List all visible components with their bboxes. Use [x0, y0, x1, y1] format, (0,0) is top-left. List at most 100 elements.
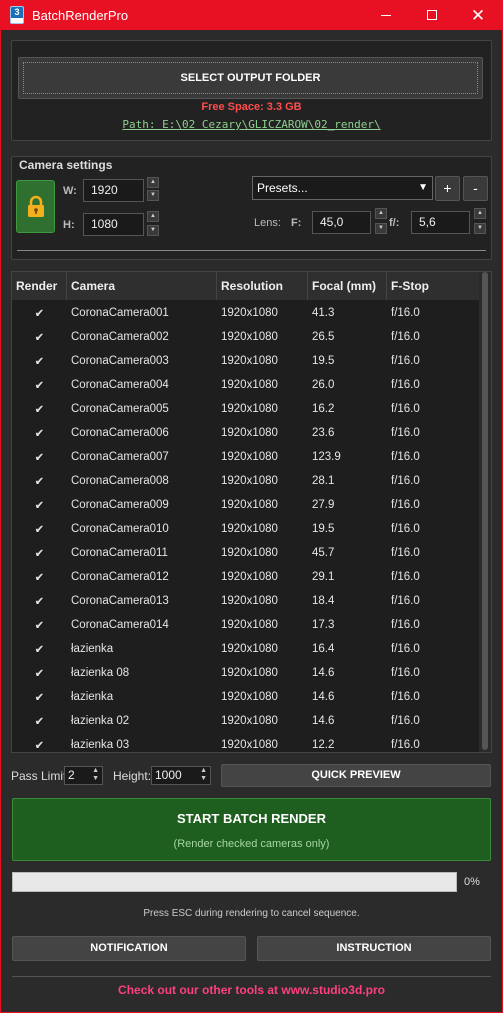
camera-name-cell: CoronaCamera006: [71, 427, 169, 439]
maximize-button[interactable]: [409, 0, 455, 30]
camera-name-cell: CoronaCamera010: [71, 523, 169, 535]
instruction-button[interactable]: INSTRUCTION: [257, 936, 491, 961]
remove-preset-button[interactable]: -: [463, 176, 488, 201]
fstop-down-button[interactable]: ▼: [474, 223, 486, 234]
table-row[interactable]: ✔ CoronaCamera012 1920x1080 29.1 f/16.0: [12, 565, 480, 589]
width-input[interactable]: 1920: [83, 179, 144, 202]
title-bar[interactable]: 3 BatchRenderPro ✕: [1, 0, 502, 30]
render-check-cell[interactable]: ✔: [12, 546, 67, 560]
preview-height-input[interactable]: 1000 ▲ ▼: [151, 766, 211, 785]
render-check-cell[interactable]: ✔: [12, 666, 67, 680]
fstop-cell: f/16.0: [391, 571, 420, 583]
table-row[interactable]: ✔ CoronaCamera007 1920x1080 123.9 f/16.0: [12, 445, 480, 469]
render-check-cell[interactable]: ✔: [12, 402, 67, 416]
table-row[interactable]: ✔ łazienka 08 1920x1080 14.6 f/16.0: [12, 661, 480, 685]
render-check-cell[interactable]: ✔: [12, 450, 67, 464]
height-up-button[interactable]: ▲: [147, 211, 159, 222]
table-row[interactable]: ✔ CoronaCamera001 1920x1080 41.3 f/16.0: [12, 301, 480, 325]
fstop-cell: f/16.0: [391, 379, 420, 391]
focal-down-button[interactable]: ▼: [375, 223, 387, 234]
render-check-cell[interactable]: ✔: [12, 738, 67, 752]
scrollbar-thumb[interactable]: [482, 272, 488, 750]
table-scrollbar[interactable]: [479, 272, 491, 752]
lock-icon: [27, 195, 44, 217]
camera-name-cell: CoronaCamera012: [71, 571, 169, 583]
render-check-cell[interactable]: ✔: [12, 714, 67, 728]
pass-limit-input[interactable]: 2 ▲ ▼: [64, 766, 103, 785]
resolution-cell: 1920x1080: [221, 475, 278, 487]
header-fstop[interactable]: F-Stop: [387, 272, 480, 300]
start-batch-render-button[interactable]: START BATCH RENDER (Render checked camer…: [12, 798, 491, 861]
add-preset-button[interactable]: +: [435, 176, 460, 201]
header-render[interactable]: Render: [12, 272, 67, 300]
presets-value: Presets...: [257, 181, 308, 195]
table-row[interactable]: ✔ CoronaCamera011 1920x1080 45.7 f/16.0: [12, 541, 480, 565]
table-row[interactable]: ✔ łazienka 1920x1080 16.4 f/16.0: [12, 637, 480, 661]
camera-name-cell: łazienka: [71, 691, 114, 703]
camera-name-cell: CoronaCamera001: [71, 307, 169, 319]
table-row[interactable]: ✔ łazienka 02 1920x1080 14.6 f/16.0: [12, 709, 480, 733]
table-row[interactable]: ✔ CoronaCamera008 1920x1080 28.1 f/16.0: [12, 469, 480, 493]
camera-table[interactable]: Render Camera Resolution Focal (mm) F-St…: [11, 271, 492, 753]
table-row[interactable]: ✔ łazienka 03 1920x1080 12.2 f/16.0: [12, 733, 480, 752]
render-check-cell[interactable]: ✔: [12, 354, 67, 368]
render-check-cell[interactable]: ✔: [12, 594, 67, 608]
fstop-input[interactable]: 5,6: [411, 211, 470, 234]
table-row[interactable]: ✔ CoronaCamera006 1920x1080 23.6 f/16.0: [12, 421, 480, 445]
table-row[interactable]: ✔ CoronaCamera014 1920x1080 17.3 f/16.0: [12, 613, 480, 637]
close-button[interactable]: ✕: [455, 0, 501, 30]
render-check-cell[interactable]: ✔: [12, 642, 67, 656]
table-row[interactable]: ✔ łazienka 1920x1080 14.6 f/16.0: [12, 685, 480, 709]
render-check-cell[interactable]: ✔: [12, 378, 67, 392]
header-camera[interactable]: Camera: [67, 272, 217, 300]
height-input[interactable]: 1080: [83, 213, 144, 236]
minimize-button[interactable]: [363, 0, 409, 30]
render-check-cell[interactable]: ✔: [12, 690, 67, 704]
table-row[interactable]: ✔ CoronaCamera003 1920x1080 19.5 f/16.0: [12, 349, 480, 373]
width-label: W:: [63, 185, 77, 197]
header-resolution[interactable]: Resolution: [217, 272, 308, 300]
spin-arrows-icon[interactable]: ▲ ▼: [200, 767, 207, 783]
table-row[interactable]: ✔ CoronaCamera009 1920x1080 27.9 f/16.0: [12, 493, 480, 517]
select-output-folder-button[interactable]: SELECT OUTPUT FOLDER: [18, 57, 483, 99]
render-check-cell[interactable]: ✔: [12, 570, 67, 584]
focal-label: F:: [291, 217, 302, 229]
width-up-button[interactable]: ▲: [147, 177, 159, 188]
resolution-cell: 1920x1080: [221, 595, 278, 607]
focal-input[interactable]: 45,0: [312, 211, 371, 234]
render-check-cell[interactable]: ✔: [12, 474, 67, 488]
render-check-cell[interactable]: ✔: [12, 330, 67, 344]
output-path-link[interactable]: Path: E:\02 Cezary\GLICZAROW\02_render\: [12, 118, 491, 131]
focal-cell: 27.9: [312, 499, 335, 511]
header-focal[interactable]: Focal (mm): [308, 272, 387, 300]
promo-link[interactable]: Check out our other tools at www.studio3…: [1, 983, 502, 997]
width-down-button[interactable]: ▼: [147, 190, 159, 201]
focal-cell: 41.3: [312, 307, 335, 319]
aspect-lock-button[interactable]: [16, 180, 55, 233]
quick-preview-button[interactable]: QUICK PREVIEW: [221, 764, 491, 787]
fstop-up-button[interactable]: ▲: [474, 208, 486, 219]
render-check-cell[interactable]: ✔: [12, 426, 67, 440]
table-row[interactable]: ✔ CoronaCamera002 1920x1080 26.5 f/16.0: [12, 325, 480, 349]
resolution-cell: 1920x1080: [221, 355, 278, 367]
render-check-cell[interactable]: ✔: [12, 498, 67, 512]
focal-cell: 23.6: [312, 427, 335, 439]
fstop-cell: f/16.0: [391, 667, 420, 679]
fstop-cell: f/16.0: [391, 715, 420, 727]
render-check-cell[interactable]: ✔: [12, 522, 67, 536]
render-check-cell[interactable]: ✔: [12, 306, 67, 320]
focal-up-button[interactable]: ▲: [375, 208, 387, 219]
table-row[interactable]: ✔ CoronaCamera010 1920x1080 19.5 f/16.0: [12, 517, 480, 541]
notification-button[interactable]: NOTIFICATION: [12, 936, 246, 961]
table-row[interactable]: ✔ CoronaCamera004 1920x1080 26.0 f/16.0: [12, 373, 480, 397]
focal-cell: 12.2: [312, 739, 335, 751]
fstop-cell: f/16.0: [391, 451, 420, 463]
focal-cell: 45.7: [312, 547, 335, 559]
app-logo-icon: 3: [10, 6, 24, 24]
presets-dropdown[interactable]: Presets... ▼: [252, 176, 433, 200]
table-row[interactable]: ✔ CoronaCamera013 1920x1080 18.4 f/16.0: [12, 589, 480, 613]
height-down-button[interactable]: ▼: [147, 225, 159, 236]
table-row[interactable]: ✔ CoronaCamera005 1920x1080 16.2 f/16.0: [12, 397, 480, 421]
render-check-cell[interactable]: ✔: [12, 618, 67, 632]
spin-arrows-icon[interactable]: ▲ ▼: [92, 767, 99, 783]
